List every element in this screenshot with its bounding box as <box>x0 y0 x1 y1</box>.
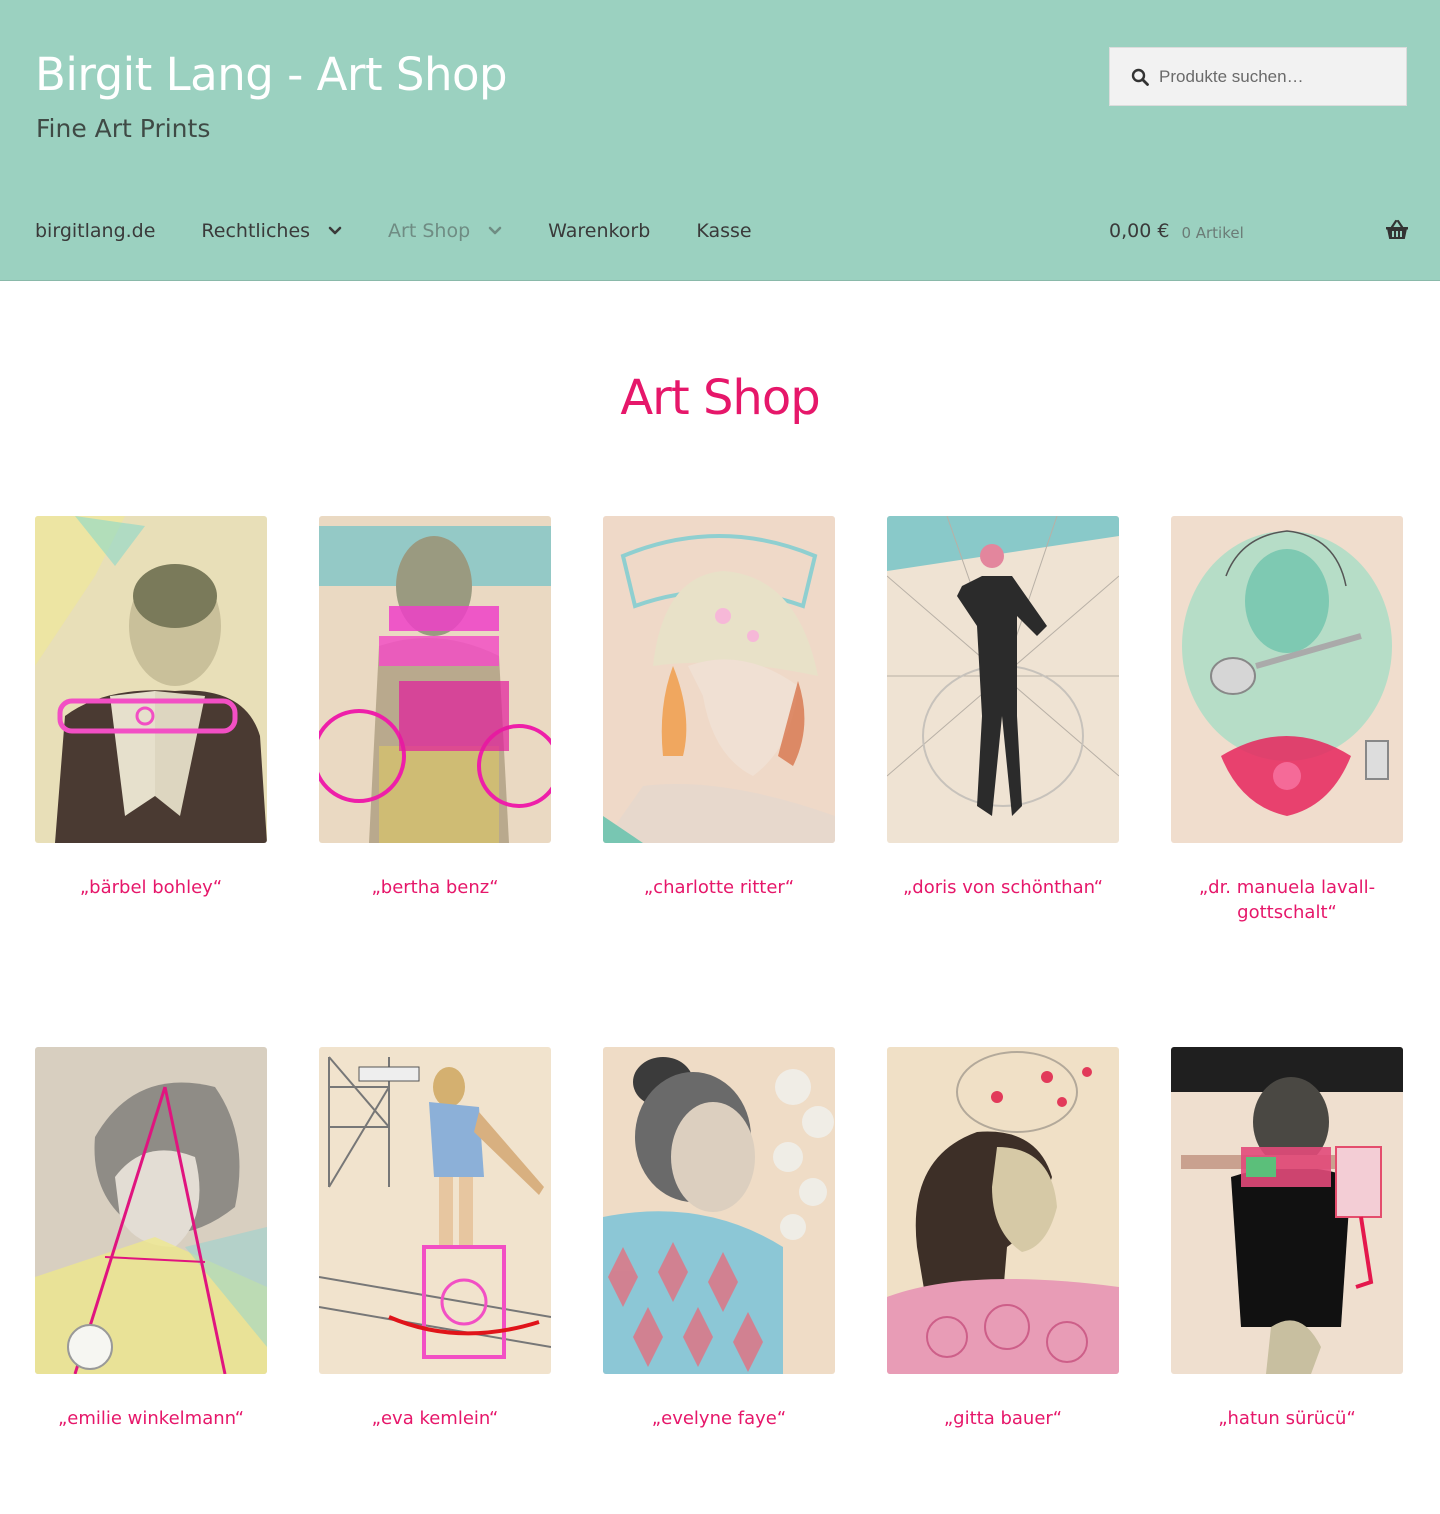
product-search[interactable] <box>1109 47 1407 106</box>
product-image[interactable] <box>35 1047 267 1374</box>
nav-item-label: Art Shop <box>388 220 471 242</box>
product-image[interactable] <box>319 1047 551 1374</box>
chevron-down-icon[interactable] <box>328 226 342 236</box>
product-image[interactable] <box>1171 1047 1403 1374</box>
product-title[interactable]: „eva kemlein“ <box>319 1406 551 1431</box>
product-card[interactable]: „evelyne faye“ <box>603 1047 835 1431</box>
chevron-down-icon[interactable] <box>488 226 502 236</box>
product-title[interactable]: „doris von schönthan“ <box>887 875 1119 900</box>
product-title[interactable]: „gitta bauer“ <box>887 1406 1119 1431</box>
header-cart[interactable]: 0,00 € 0 Artikel <box>1109 212 1409 250</box>
page-title: Art Shop <box>620 370 820 426</box>
product-card[interactable]: „emilie winkelmann“ <box>35 1047 267 1431</box>
product-card[interactable]: „bärbel bohley“ <box>35 516 267 900</box>
cart-amount: 0,00 € <box>1109 220 1170 242</box>
nav-item-kasse[interactable]: Kasse <box>696 220 751 242</box>
nav-item-warenkorb[interactable]: Warenkorb <box>548 220 650 242</box>
product-image[interactable] <box>35 516 267 843</box>
nav-item-label: Warenkorb <box>548 220 651 242</box>
cart-count: 0 Artikel <box>1181 223 1244 242</box>
nav-item-art-shop[interactable]: Art Shop <box>388 220 502 242</box>
product-title[interactable]: „bertha benz“ <box>319 875 551 900</box>
nav-item-label: Kasse <box>696 220 752 242</box>
product-title[interactable]: „evelyne faye“ <box>603 1406 835 1431</box>
nav-item-birgitlang[interactable]: birgitlang.de <box>35 220 155 242</box>
product-card[interactable]: „eva kemlein“ <box>319 1047 551 1431</box>
nav-item-label: Rechtliches <box>201 220 311 242</box>
product-title[interactable]: „bärbel bohley“ <box>35 875 267 900</box>
site-title[interactable]: Birgit Lang - Art Shop <box>35 48 508 101</box>
nav-item-label: birgitlang.de <box>35 220 156 242</box>
product-title[interactable]: „charlotte ritter“ <box>603 875 835 900</box>
basket-icon[interactable] <box>1385 219 1409 246</box>
product-title[interactable]: „emilie winkelmann“ <box>35 1406 267 1431</box>
product-title[interactable]: „hatun sürücü“ <box>1171 1406 1403 1431</box>
product-card[interactable]: „charlotte ritter“ <box>603 516 835 900</box>
product-image[interactable] <box>603 1047 835 1374</box>
search-icon <box>1130 67 1150 87</box>
product-card[interactable]: „hatun sürücü“ <box>1171 1047 1403 1431</box>
nav-item-rechtliches[interactable]: Rechtliches <box>201 220 342 242</box>
product-image[interactable] <box>319 516 551 843</box>
product-image[interactable] <box>1171 516 1403 843</box>
product-image[interactable] <box>887 1047 1119 1374</box>
site-header: Birgit Lang - Art Shop Fine Art Prints b… <box>0 0 1440 281</box>
product-card[interactable]: „dr. manuela lavall-gottschalt“ <box>1171 516 1403 925</box>
product-title[interactable]: „dr. manuela lavall-gottschalt“ <box>1171 875 1403 925</box>
product-card[interactable]: „doris von schönthan“ <box>887 516 1119 900</box>
product-card[interactable]: „bertha benz“ <box>319 516 551 900</box>
product-image[interactable] <box>887 516 1119 843</box>
product-card[interactable]: „gitta bauer“ <box>887 1047 1119 1431</box>
product-image[interactable] <box>603 516 835 843</box>
search-input[interactable] <box>1159 66 1389 87</box>
site-tagline: Fine Art Prints <box>36 114 211 143</box>
primary-navigation: birgitlang.de Rechtliches Art Shop Waren… <box>35 212 798 250</box>
